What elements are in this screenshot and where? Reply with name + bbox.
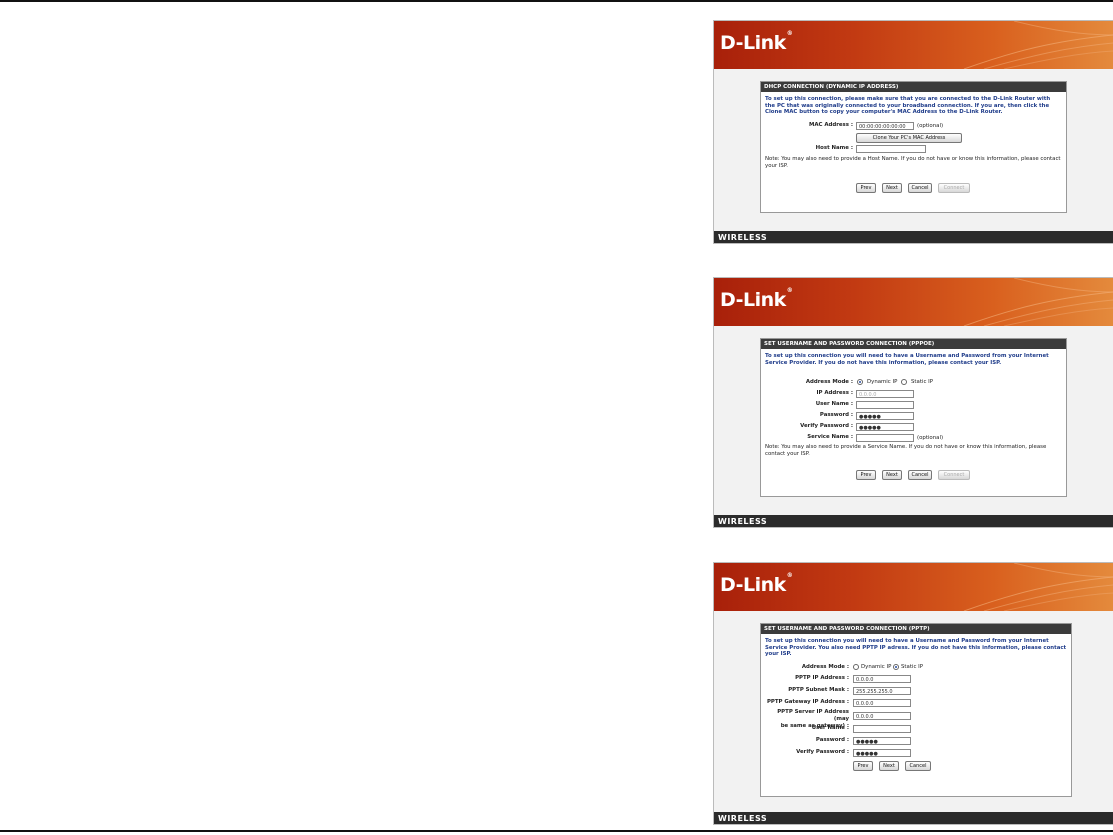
prev-button[interactable]: Prev xyxy=(856,470,876,480)
dynamic-ip-label: Dynamic IP xyxy=(861,664,892,670)
host-name-label: Host Name : xyxy=(815,145,853,151)
pptp-subnet-mask-input[interactable]: 255.255.255.0 xyxy=(853,687,911,695)
ip-address-label: IP Address : xyxy=(816,390,854,396)
dlink-banner: D-Link® xyxy=(714,21,1113,69)
address-mode-label: Address Mode : xyxy=(805,379,853,385)
dlink-banner: D-Link® xyxy=(714,278,1113,326)
pppoe-form-box: SET USERNAME AND PASSWORD CONNECTION (PP… xyxy=(760,338,1067,497)
password-input[interactable]: ●●●●● xyxy=(856,412,914,420)
dhcp-form-box: DHCP CONNECTION (DYNAMIC IP ADDRESS) To … xyxy=(760,81,1067,213)
dlink-logo: D-Link® xyxy=(720,30,793,54)
footer-bar: WIRELESS xyxy=(714,231,1113,243)
next-button[interactable]: Next xyxy=(879,761,899,771)
intro-text: To set up this connection, please make s… xyxy=(765,96,1051,115)
connect-button[interactable]: Connect xyxy=(938,183,970,193)
top-rule xyxy=(0,0,1113,2)
verify-password-label: Verify Password : xyxy=(800,423,853,429)
ip-address-input[interactable]: 0.0.0.0 xyxy=(856,390,914,398)
pptp-gateway-input[interactable]: 0.0.0.0 xyxy=(853,699,911,707)
mac-address-label: MAC Address : xyxy=(808,122,853,128)
pptp-subnet-mask-label: PPTP Subnet Mask : xyxy=(788,687,849,693)
footer-wireless-label: WIRELESS xyxy=(718,517,768,526)
password-input[interactable]: ●●●●● xyxy=(853,737,911,745)
pptp-form-box: SET USERNAME AND PASSWORD CONNECTION (PP… xyxy=(760,623,1072,797)
dlink-logo: D-Link® xyxy=(720,287,793,311)
footer-bar: WIRELESS xyxy=(714,515,1113,527)
cancel-button[interactable]: Cancel xyxy=(908,183,932,193)
intro-text: To set up this connection you will need … xyxy=(765,638,1067,657)
verify-password-input[interactable]: ●●●●● xyxy=(853,749,911,757)
static-ip-radio[interactable] xyxy=(893,664,899,670)
static-ip-label: Static IP xyxy=(911,379,933,385)
note-text: Note: You may also need to provide a Hos… xyxy=(765,156,1061,169)
bottom-rule xyxy=(0,830,1113,832)
verify-password-input[interactable]: ●●●●● xyxy=(856,423,914,431)
cancel-button[interactable]: Cancel xyxy=(905,761,931,771)
host-name-input[interactable] xyxy=(856,145,926,153)
dlink-banner: D-Link® xyxy=(714,563,1113,611)
dynamic-ip-radio[interactable] xyxy=(853,664,859,670)
content-area: DHCP CONNECTION (DYNAMIC IP ADDRESS) To … xyxy=(714,69,1113,231)
footer-wireless-label: WIRELESS xyxy=(718,814,768,823)
service-name-input[interactable] xyxy=(856,434,914,442)
dhcp-panel: D-Link® DHCP CONNECTION (DYNAMIC IP ADDR… xyxy=(713,20,1113,244)
cancel-button[interactable]: Cancel xyxy=(908,470,932,480)
static-ip-label: Static IP xyxy=(901,664,923,670)
pptp-gateway-label: PPTP Gateway IP Address : xyxy=(766,699,849,705)
footer-wireless-label: WIRELESS xyxy=(718,233,768,242)
footer-bar: WIRELESS xyxy=(714,812,1113,824)
prev-button[interactable]: Prev xyxy=(853,761,873,771)
pptp-panel: D-Link® SET USERNAME AND PASSWORD CONNEC… xyxy=(713,562,1113,825)
pptp-ip-address-label: PPTP IP Address : xyxy=(795,675,849,681)
clone-mac-button[interactable]: Clone Your PC's MAC Address xyxy=(856,133,962,143)
optional-label: (optional) xyxy=(917,435,944,441)
intro-text: To set up this connection you will need … xyxy=(765,353,1049,366)
box-title: SET USERNAME AND PASSWORD CONNECTION (PP… xyxy=(761,339,1066,349)
optional-label: (optional) xyxy=(917,123,944,129)
box-title: SET USERNAME AND PASSWORD CONNECTION (PP… xyxy=(761,624,1071,634)
static-ip-radio[interactable] xyxy=(901,379,907,385)
user-name-label: User Name : xyxy=(811,725,849,731)
user-name-input[interactable] xyxy=(856,401,914,409)
pptp-ip-address-input[interactable]: 0.0.0.0 xyxy=(853,675,911,683)
box-title: DHCP CONNECTION (DYNAMIC IP ADDRESS) xyxy=(761,82,1066,92)
prev-button[interactable]: Prev xyxy=(856,183,876,193)
service-name-label: Service Name : xyxy=(807,434,853,440)
note-text: Note: You may also need to provide a Ser… xyxy=(765,444,1047,457)
user-name-label: User Name : xyxy=(815,401,853,407)
connect-button[interactable]: Connect xyxy=(938,470,970,480)
dynamic-ip-radio[interactable] xyxy=(857,379,863,385)
content-area: SET USERNAME AND PASSWORD CONNECTION (PP… xyxy=(714,326,1113,515)
content-area: SET USERNAME AND PASSWORD CONNECTION (PP… xyxy=(714,611,1113,812)
pptp-server-input[interactable]: 0.0.0.0 xyxy=(853,712,911,720)
next-button[interactable]: Next xyxy=(882,470,902,480)
pptp-server-label-line1: PPTP Server IP Address (may xyxy=(777,709,849,722)
pppoe-panel: D-Link® SET USERNAME AND PASSWORD CONNEC… xyxy=(713,277,1113,528)
next-button[interactable]: Next xyxy=(882,183,902,193)
dynamic-ip-label: Dynamic IP xyxy=(867,379,898,385)
verify-password-label: Verify Password : xyxy=(796,749,849,755)
address-mode-label: Address Mode : xyxy=(801,664,849,670)
password-label: Password : xyxy=(819,412,853,418)
dlink-logo: D-Link® xyxy=(720,572,793,596)
user-name-input[interactable] xyxy=(853,725,911,733)
mac-address-input[interactable]: 00:00:00:00:00:00 xyxy=(856,122,914,130)
password-label: Password : xyxy=(815,737,849,743)
